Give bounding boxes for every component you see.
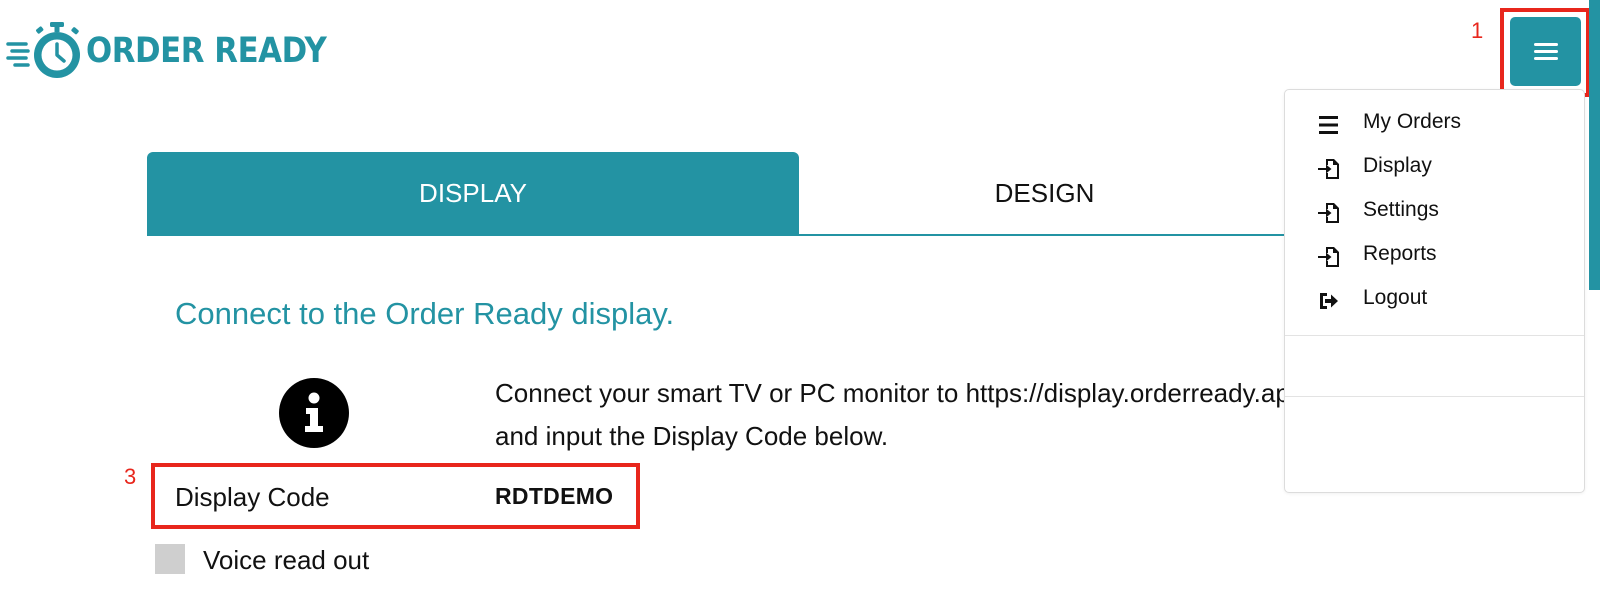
sign-out-icon — [1317, 289, 1341, 313]
sign-in-icon — [1317, 201, 1341, 225]
menu-item-settings[interactable]: Settings — [1285, 191, 1584, 231]
nav-dropdown-menu: My Orders Display Settings Reports Logou… — [1284, 89, 1585, 493]
menu-divider — [1285, 335, 1584, 336]
list-icon — [1317, 113, 1341, 137]
menu-divider — [1285, 396, 1584, 397]
logo-text: ORDER READY — [86, 31, 327, 71]
info-icon — [279, 378, 349, 448]
sign-in-icon — [1317, 157, 1341, 181]
callout-number-1: 1 — [1471, 18, 1484, 43]
callout-number-3: 3 — [124, 464, 137, 489]
stopwatch-logo-icon — [6, 22, 80, 78]
menu-item-label: Reports — [1363, 242, 1437, 265]
menu-item-logout[interactable]: Logout — [1285, 279, 1584, 319]
menu-item-label: Display — [1363, 154, 1432, 177]
voice-readout-label[interactable]: Voice read out — [203, 545, 369, 576]
app-logo[interactable]: ORDER READY — [6, 18, 359, 84]
tab-design[interactable]: DESIGN — [799, 152, 1290, 234]
menu-item-my-orders[interactable]: My Orders — [1285, 103, 1584, 143]
menu-item-reports[interactable]: Reports — [1285, 235, 1584, 275]
instruction-line-1: Connect your smart TV or PC monitor to h… — [495, 378, 1285, 408]
menu-item-label: Settings — [1363, 198, 1439, 221]
page-heading: Connect to the Order Ready display. — [175, 296, 675, 331]
menu-item-label: My Orders — [1363, 110, 1462, 133]
tab-display[interactable]: DISPLAY — [147, 152, 799, 234]
menu-item-display[interactable]: Display — [1285, 147, 1584, 187]
callout-menu-button — [1500, 8, 1590, 97]
sign-in-icon — [1317, 245, 1341, 269]
callout-display-code — [151, 463, 640, 529]
tab-bar: DISPLAY DESIGN — [147, 152, 1290, 236]
menu-item-label: Logout — [1363, 286, 1428, 309]
voice-readout-checkbox[interactable] — [155, 544, 185, 574]
scrollbar-thumb[interactable] — [1589, 0, 1600, 290]
display-instructions: Connect your smart TV or PC monitor to h… — [495, 372, 1285, 452]
instruction-line-2: and input the Display Code below. — [495, 421, 889, 451]
